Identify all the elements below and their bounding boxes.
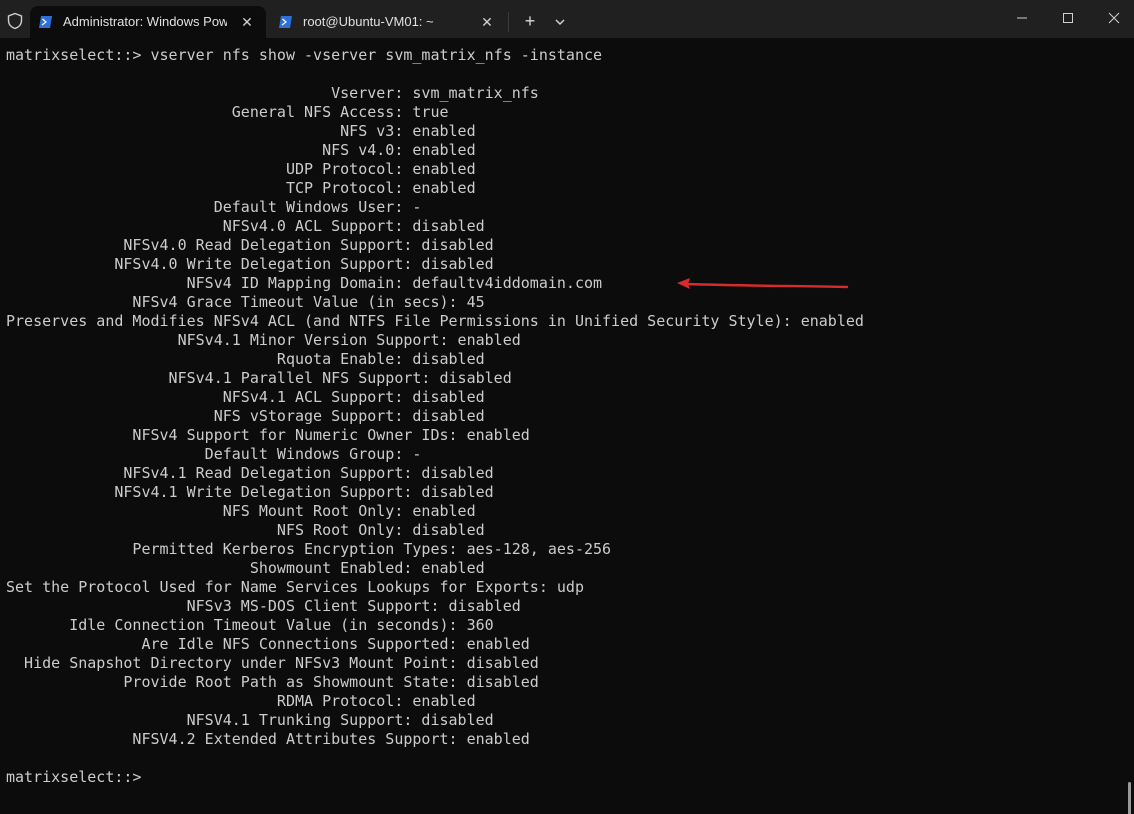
output-line: Vserver: svm_matrix_nfs: [6, 84, 539, 102]
title-bar: Administrator: Windows Powe ✕ root@Ubunt…: [0, 0, 1134, 38]
shell-prompt[interactable]: matrixselect::>: [6, 768, 141, 787]
command-line: matrixselect::> vserver nfs show -vserve…: [6, 46, 603, 64]
tab-administrator-powershell[interactable]: Administrator: Windows Powe ✕: [30, 6, 266, 38]
minimize-icon[interactable]: [1012, 8, 1032, 28]
tab-label: root@Ubuntu-VM01: ~: [303, 14, 434, 29]
output-line: NFSV4.1 Trunking Support: disabled: [6, 711, 494, 729]
output-line: Default Windows Group: -: [6, 445, 422, 463]
output-line: Rquota Enable: disabled: [6, 350, 485, 368]
scrollbar-thumb[interactable]: [1128, 782, 1131, 814]
output-line: NFSv4.1 Minor Version Support: enabled: [6, 331, 521, 349]
new-tab-button[interactable]: +: [520, 12, 540, 32]
powershell-icon: [39, 16, 52, 28]
maximize-icon[interactable]: [1058, 8, 1078, 28]
output-line: NFS Mount Root Only: enabled: [6, 502, 476, 520]
output-line: NFSv4 Grace Timeout Value (in secs): 45: [6, 293, 485, 311]
output-line: NFS v4.0: enabled: [6, 141, 476, 159]
output-line: NFSv4.1 ACL Support: disabled: [6, 388, 485, 406]
output-line: Permitted Kerberos Encryption Types: aes…: [6, 540, 612, 558]
output-line-id-mapping-domain: NFSv4 ID Mapping Domain: defaultv4iddoma…: [6, 274, 603, 292]
output-line: Are Idle NFS Connections Supported: enab…: [6, 635, 530, 653]
output-line: NFSv4.1 Read Delegation Support: disable…: [6, 464, 494, 482]
output-line: Preserves and Modifies NFSv4 ACL (and NT…: [6, 312, 864, 330]
output-line: NFSv4.0 Write Delegation Support: disabl…: [6, 255, 494, 273]
output-line: NFSv4.0 Read Delegation Support: disable…: [6, 236, 494, 254]
close-tab-icon[interactable]: ✕: [238, 13, 256, 31]
output-line: NFSv3 MS-DOS Client Support: disabled: [6, 597, 521, 615]
output-line: Default Windows User: -: [6, 198, 422, 216]
output-line: UDP Protocol: enabled: [6, 160, 476, 178]
output-line: NFS Root Only: disabled: [6, 521, 485, 539]
terminal-output[interactable]: matrixselect::> vserver nfs show -vserve…: [0, 38, 1134, 814]
output-line: Idle Connection Timeout Value (in second…: [6, 616, 494, 634]
chevron-down-icon[interactable]: [551, 13, 569, 31]
output-line: Showmount Enabled: enabled: [6, 559, 485, 577]
output-line: NFS vStorage Support: disabled: [6, 407, 485, 425]
annotation-arrow-icon: [677, 278, 849, 289]
tab-ubuntu-vm[interactable]: root@Ubuntu-VM01: ~ ✕: [270, 6, 506, 38]
powershell-icon: [279, 16, 292, 28]
output-line: NFSv4.1 Write Delegation Support: disabl…: [6, 483, 494, 501]
close-window-icon[interactable]: [1104, 8, 1124, 28]
output-line: NFSV4.2 Extended Attributes Support: ena…: [6, 730, 530, 748]
output-line: NFSv4.1 Parallel NFS Support: disabled: [6, 369, 512, 387]
output-line: General NFS Access: true: [6, 103, 449, 121]
output-line: NFSv4 Support for Numeric Owner IDs: ena…: [6, 426, 530, 444]
tab-label: Administrator: Windows Powe: [63, 14, 227, 29]
terminal-window: Administrator: Windows Powe ✕ root@Ubunt…: [0, 0, 1134, 814]
output-line: Hide Snapshot Directory under NFSv3 Moun…: [6, 654, 539, 672]
output-line: NFS v3: enabled: [6, 122, 476, 140]
output-line: NFSv4.0 ACL Support: disabled: [6, 217, 485, 235]
output-line: TCP Protocol: enabled: [6, 179, 476, 197]
output-line: RDMA Protocol: enabled: [6, 692, 476, 710]
tab-divider: [508, 12, 509, 32]
output-line: Set the Protocol Used for Name Services …: [6, 578, 584, 596]
shield-icon: [7, 12, 23, 30]
close-tab-icon[interactable]: ✕: [478, 13, 496, 31]
output-line: Provide Root Path as Showmount State: di…: [6, 673, 539, 691]
